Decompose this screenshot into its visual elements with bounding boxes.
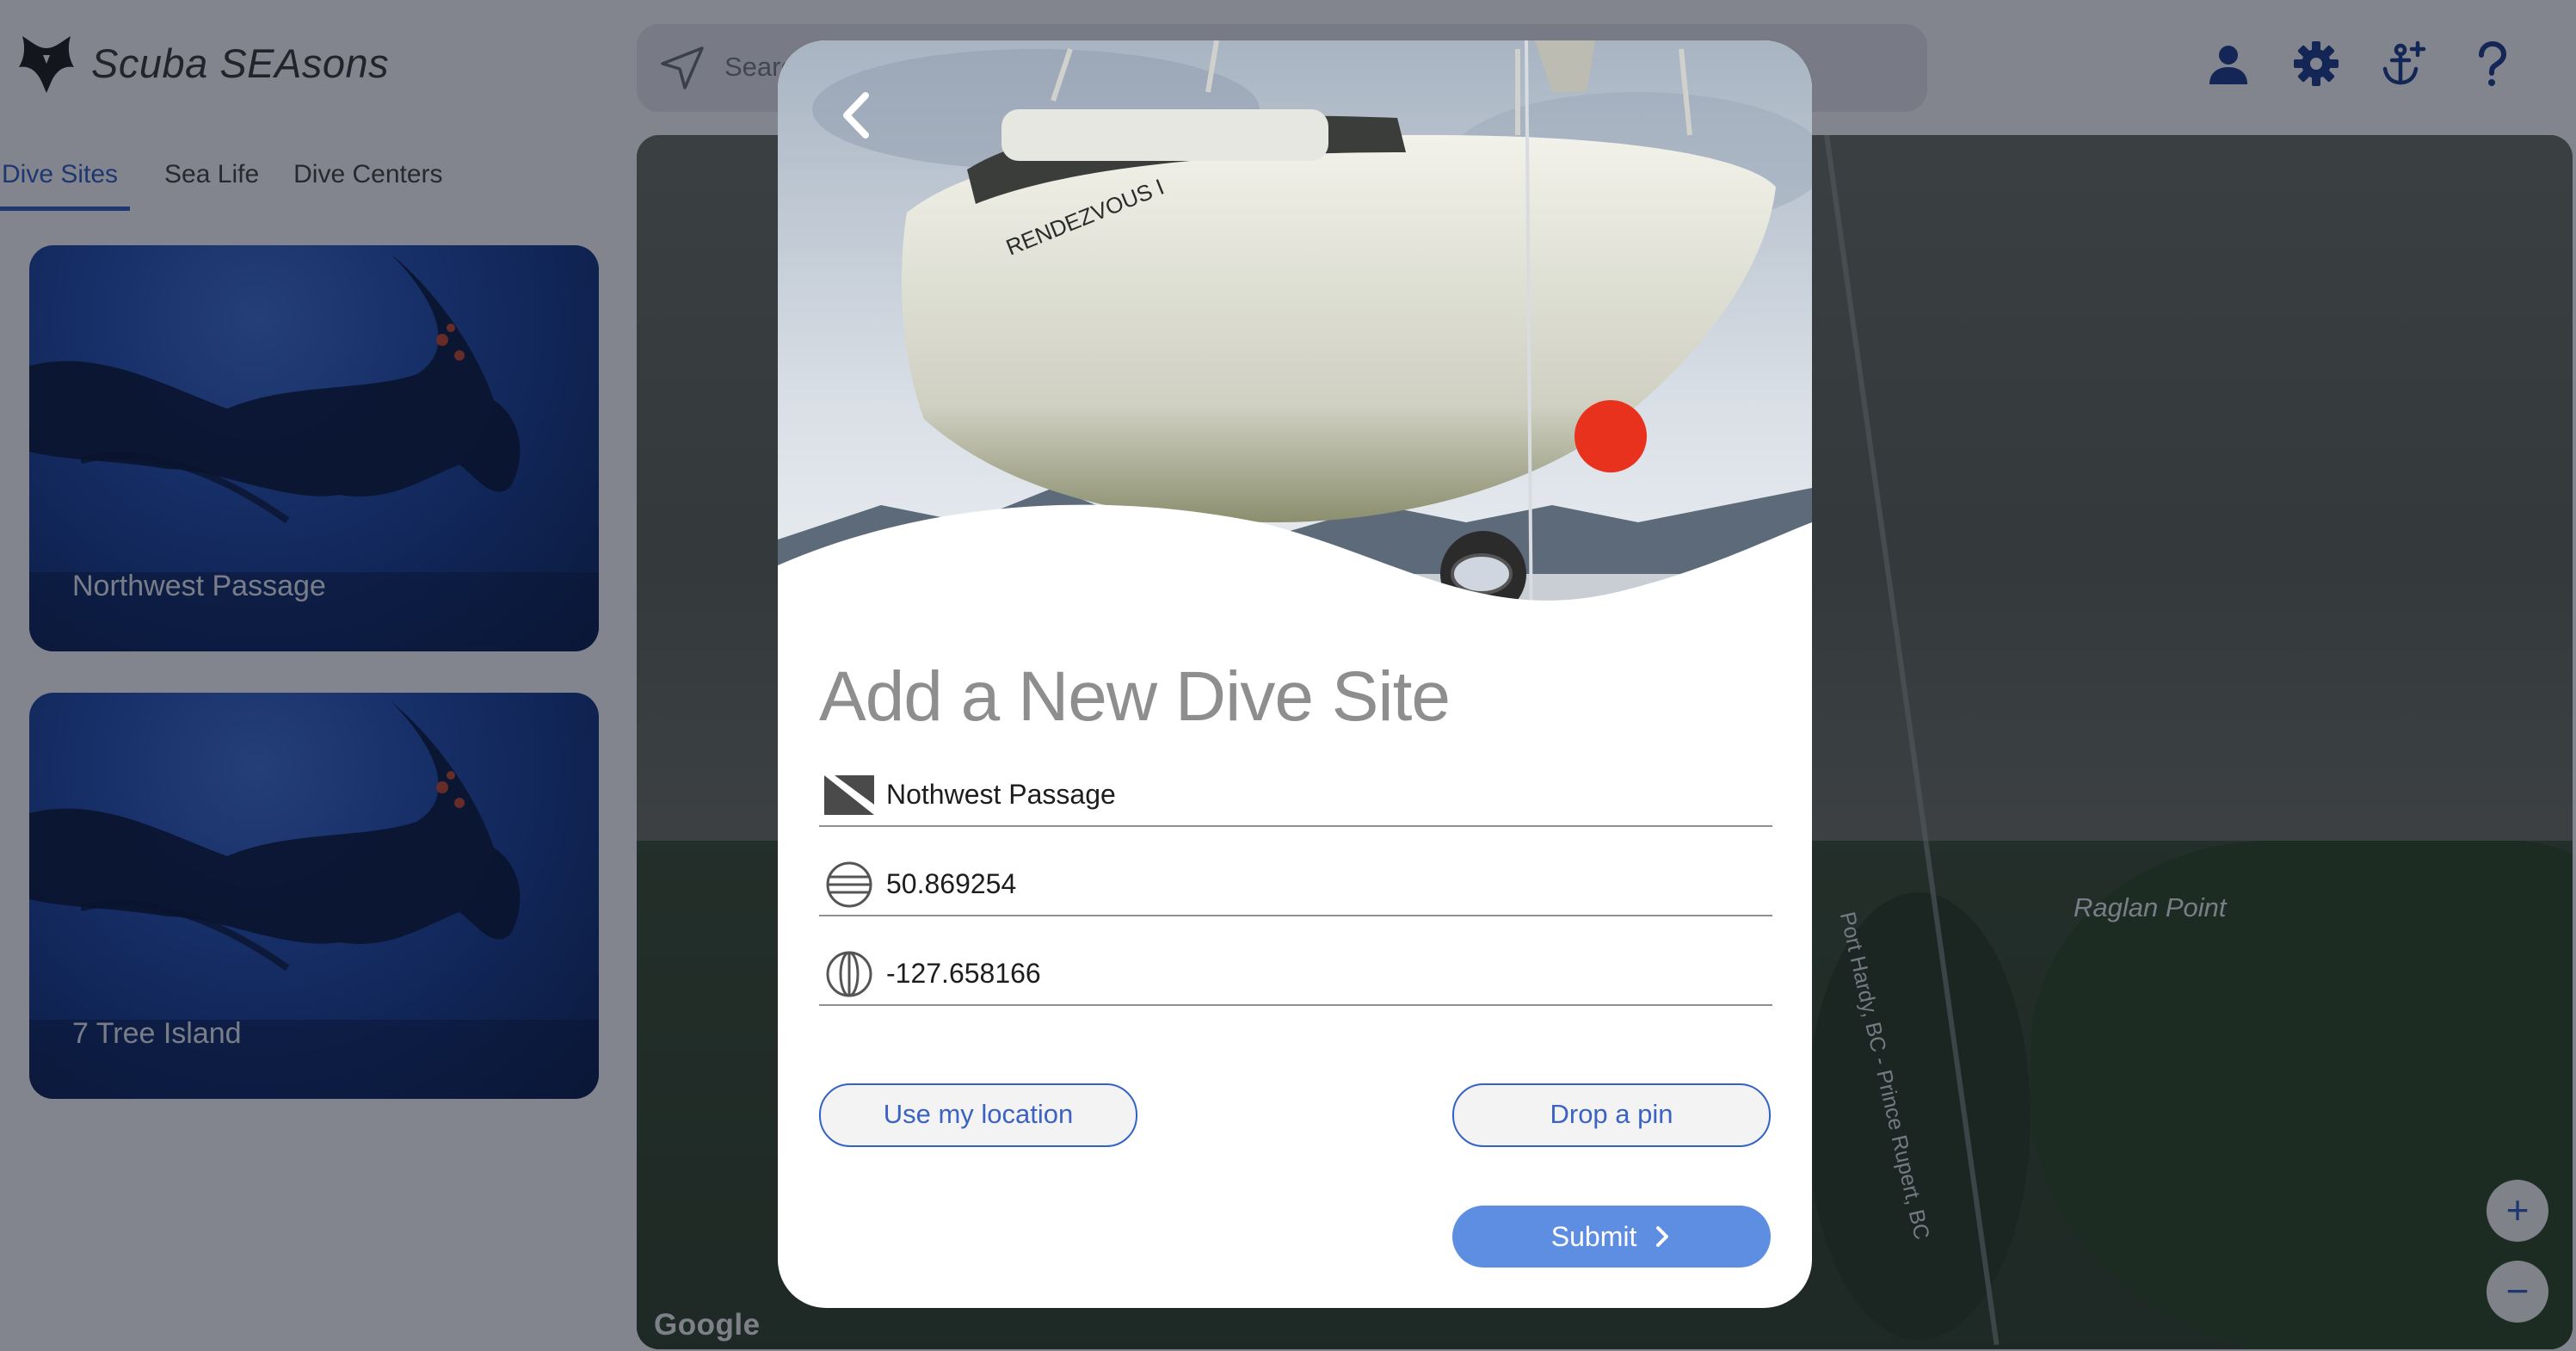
site-name-value: Nothwest Passage: [886, 779, 1116, 810]
latitude-value: 50.869254: [886, 868, 1017, 899]
boat-hero-image: RENDEZVOUS I: [778, 40, 1812, 643]
add-dive-site-modal: RENDEZVOUS I Add a New Dive Site Nothwes…: [778, 40, 1812, 1308]
back-chevron-icon[interactable]: [828, 85, 888, 145]
submit-button[interactable]: Submit: [1452, 1206, 1771, 1268]
modal-title: Add a New Dive Site: [819, 657, 1451, 736]
site-name-field[interactable]: Nothwest Passage: [819, 763, 1772, 827]
dive-flag-icon: [824, 775, 874, 815]
drop-a-pin-button[interactable]: Drop a pin: [1452, 1083, 1771, 1147]
chevron-right-icon: [1656, 1226, 1669, 1247]
longitude-globe-icon: [826, 951, 872, 997]
use-my-location-button[interactable]: Use my location: [819, 1083, 1137, 1147]
latitude-globe-icon: [826, 861, 872, 908]
longitude-value: -127.658166: [886, 958, 1041, 989]
longitude-field[interactable]: -127.658166: [819, 942, 1772, 1006]
boat-photo: RENDEZVOUS I: [778, 40, 1812, 643]
submit-label: Submit: [1550, 1221, 1637, 1252]
latitude-field[interactable]: 50.869254: [819, 853, 1772, 916]
